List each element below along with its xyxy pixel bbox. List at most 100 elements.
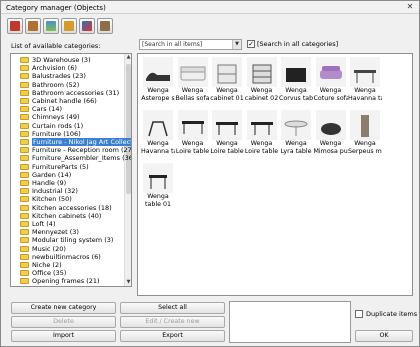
category-item[interactable]: Bathroom (52) — [14, 81, 79, 89]
category-item[interactable]: Niche (2) — [14, 261, 62, 269]
duplicate-checkbox[interactable] — [355, 310, 363, 318]
item-name-line2: cabinet 01 — [210, 95, 244, 102]
category-item[interactable]: Kitchen accessories (18) — [14, 204, 112, 212]
category-item[interactable]: Chimneys (49) — [14, 113, 80, 121]
category-item[interactable]: Mennyezet (3) — [14, 228, 79, 236]
select-all-button[interactable]: Select all — [120, 302, 225, 314]
folder-icon — [20, 180, 29, 186]
item-name-line1: Wenga — [250, 87, 273, 94]
checkbox-checked[interactable]: ✓ — [247, 40, 255, 48]
chevron-down-icon[interactable]: ▼ — [232, 40, 241, 49]
category-label: Music (20) — [32, 244, 66, 253]
category-item[interactable]: 3D Warehouse (3) — [14, 56, 91, 64]
item-thumbnail[interactable]: Wenga cabinet 02 — [245, 57, 279, 103]
item-thumbnail[interactable]: Wenga Serpeus mi — [348, 110, 382, 156]
bag-icon[interactable] — [61, 18, 77, 34]
folder-icon — [20, 237, 29, 244]
folder-icon — [20, 65, 29, 72]
category-label: Chimneys (49) — [32, 113, 80, 122]
item-thumbnail[interactable]: Wenga Corvus tabl — [279, 57, 313, 103]
item-thumbnail[interactable]: Wenga table 01 — [141, 163, 175, 209]
furniture-icon[interactable] — [25, 18, 41, 34]
category-item[interactable]: Curtain rods (1) — [14, 122, 83, 130]
close-icon[interactable]: ✕ — [404, 2, 416, 12]
category-label: Furniture (106) — [32, 129, 81, 138]
folder-icon — [20, 270, 29, 277]
item-name-line1: Wenga — [216, 140, 238, 147]
category-item[interactable]: newbuiltinmacros (6) — [14, 253, 101, 261]
drawer-icon[interactable] — [97, 18, 113, 34]
item-name-line1: Wenga — [250, 140, 273, 147]
item-preview — [143, 57, 173, 87]
search-value: [Search in all items] — [142, 41, 203, 48]
duplicate-items-toggle[interactable]: Duplicate items — [355, 310, 417, 318]
category-item[interactable]: Opening frames (21) — [14, 277, 100, 285]
category-item[interactable]: Modular tiling system (3) — [14, 236, 113, 244]
category-item[interactable]: Garden (14) — [14, 171, 71, 179]
create-category-button[interactable]: Create new category — [11, 302, 116, 314]
category-item[interactable]: Furniture - Reception room (27) — [14, 146, 131, 154]
scrollbar[interactable]: ▲ ▼ — [124, 54, 131, 286]
item-name-line1: Wenga — [147, 193, 169, 200]
category-item[interactable]: Bathroom accessories (31) — [14, 89, 119, 97]
folder-icon — [20, 147, 29, 154]
category-label: Curtain rods (1) — [32, 121, 84, 130]
item-thumbnail[interactable]: Wenga Asterope s — [141, 57, 175, 103]
item-name-line1: Wenga — [147, 140, 169, 147]
category-item[interactable]: Furniture (106) — [14, 130, 81, 138]
category-label: Garden (14) — [32, 170, 72, 179]
item-thumbnail[interactable]: Wenga Lyra table — [279, 110, 313, 156]
scene-icon[interactable] — [43, 18, 59, 34]
item-thumbnail[interactable]: Wenga Havanna ta — [348, 57, 382, 103]
item-thumbnail[interactable]: Wenga Loire table — [210, 110, 244, 156]
search-input[interactable]: [Search in all items] ▼ — [139, 39, 242, 50]
scroll-up-icon[interactable]: ▲ — [125, 54, 131, 61]
category-item[interactable]: Industrial (32) — [14, 187, 78, 195]
category-item[interactable]: Music (20) — [14, 245, 66, 253]
item-name-line1: Wenga — [285, 140, 307, 147]
folder-icon — [20, 57, 29, 63]
import-button[interactable]: Import — [11, 330, 116, 342]
category-item[interactable]: Archvision (6) — [14, 64, 77, 72]
category-item[interactable]: Kitchen (50) — [14, 195, 72, 203]
item-name-line1: Wenga — [147, 87, 169, 94]
item-thumbnail[interactable]: Wenga Loire table — [245, 110, 279, 156]
category-item[interactable]: Balustrades (23) — [14, 72, 86, 80]
category-label: Cabinet handle (66) — [32, 97, 97, 105]
edit-create-button[interactable]: Edit / Create new — [120, 316, 225, 328]
delete-button[interactable]: Delete — [11, 316, 116, 328]
category-label: Kitchen (50) — [32, 195, 72, 204]
search-all-categories-toggle[interactable]: ✓ [Search in all categories] — [247, 40, 338, 48]
category-item[interactable]: Handle (9) — [14, 179, 66, 187]
scroll-down-icon[interactable]: ▼ — [125, 279, 131, 286]
catalog-icon[interactable] — [79, 18, 95, 34]
category-item[interactable]: Kitchen cabinets (40) — [14, 212, 101, 220]
export-button[interactable]: Export — [120, 330, 225, 342]
folder-icon — [20, 114, 29, 121]
item-thumbnail[interactable]: Wenga Havanna ta — [141, 110, 175, 156]
item-name-line1: Wenga — [354, 87, 376, 94]
item-thumbnail[interactable]: Wenga cabinet 01 — [210, 57, 244, 103]
category-item[interactable]: FurnitureParts (5) — [14, 163, 89, 171]
item-preview — [143, 163, 173, 193]
item-thumbnail[interactable]: Wenga Coture sofa — [314, 57, 348, 103]
category-label: Furniture_Assembler_Items (36) — [32, 154, 132, 163]
item-thumbnail[interactable]: Wenga Mimosa pu — [314, 110, 348, 156]
category-item[interactable]: Furniture - Nikol Jag Art Collection (1 — [14, 138, 131, 146]
category-item[interactable]: Furniture_Assembler_Items (36) — [14, 154, 132, 163]
category-item[interactable]: Cabinet handle (66) — [14, 97, 97, 105]
scroll-thumb[interactable] — [126, 64, 131, 194]
folder-icon — [20, 98, 29, 104]
item-name-line1: Wenga — [319, 140, 342, 147]
category-list[interactable]: ▲ ▼ 3D Warehouse (3) Archvision (6) Balust… — [10, 53, 132, 287]
folder-icon — [20, 171, 29, 178]
home-icon[interactable] — [7, 18, 23, 34]
item-thumbnail[interactable]: Wenga Loire table — [176, 110, 210, 156]
category-item[interactable]: Office (35) — [14, 269, 66, 277]
ok-button[interactable]: OK — [355, 330, 413, 342]
category-item[interactable]: Loft (4) — [14, 220, 55, 228]
category-label: Balustrades (23) — [32, 72, 86, 81]
item-thumbnail[interactable]: Wenga Bellas sofa — [176, 57, 210, 103]
folder-icon — [20, 130, 29, 137]
category-item[interactable]: Cars (14) — [14, 105, 62, 113]
